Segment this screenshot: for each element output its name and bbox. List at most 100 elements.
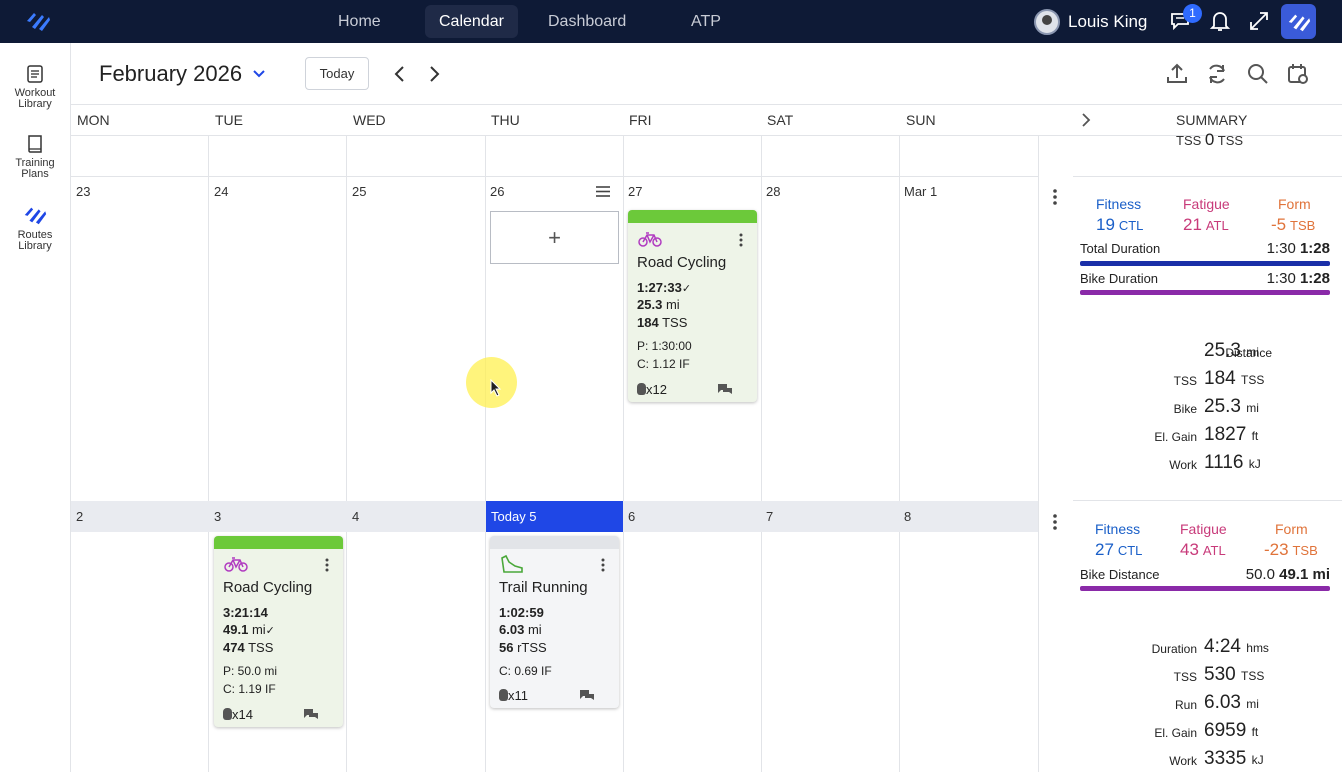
week-menu-icon[interactable] bbox=[1053, 189, 1057, 205]
day-header-fri: FRI bbox=[629, 112, 652, 128]
grid-divider bbox=[346, 136, 347, 772]
bike-duration-bar bbox=[1080, 290, 1330, 295]
bike-icon bbox=[638, 232, 662, 247]
bike-distance-value: 50.0 49.1 mi bbox=[1245, 566, 1330, 583]
bike-distance-bar bbox=[1080, 586, 1330, 591]
stat-value: 25.3 mi bbox=[1204, 396, 1259, 417]
add-workout-button[interactable]: + bbox=[490, 211, 619, 264]
day-header-sun: SUN bbox=[906, 112, 936, 128]
date-24: 24 bbox=[214, 184, 229, 199]
stat-value: 4:24 hms bbox=[1204, 636, 1269, 657]
bike-duration-value: 1:30 1:28 bbox=[1266, 270, 1330, 287]
workout-card-road-cycling[interactable]: Road Cycling 3:21:14 49.1 mi✓ 474 TSS P:… bbox=[214, 536, 343, 727]
fitness-label: Fitness bbox=[1095, 521, 1141, 537]
fatigue-value: 21 ATL bbox=[1183, 215, 1229, 234]
date-mar-1: Mar 1 bbox=[904, 184, 938, 199]
comments-icon[interactable] bbox=[717, 383, 733, 395]
workout-compliance: C: 0.69 IF bbox=[499, 664, 552, 678]
grid-divider bbox=[623, 136, 624, 772]
user-name: Louis King bbox=[1068, 11, 1148, 31]
bike-duration-label: Bike Duration bbox=[1080, 271, 1159, 286]
total-duration-label: Total Duration bbox=[1080, 241, 1161, 256]
workout-card-trail-running[interactable]: Trail Running 1:02:59 6.03 mi 56 rTSS C:… bbox=[490, 536, 619, 708]
prev-week-tss: TSS 0 TSS bbox=[1176, 130, 1244, 149]
mouse-pointer-icon bbox=[490, 379, 502, 397]
grid-divider bbox=[761, 136, 762, 772]
more-vert-icon[interactable] bbox=[601, 558, 605, 572]
workout-distance: 6.03 mi bbox=[499, 622, 542, 637]
bell-icon[interactable] bbox=[1207, 8, 1233, 34]
trainingpeaks-logo-icon[interactable] bbox=[24, 9, 52, 33]
today-button[interactable]: Today bbox=[305, 57, 369, 90]
form-label: Form bbox=[1275, 521, 1308, 537]
more-vert-icon[interactable] bbox=[325, 558, 329, 572]
sidebar-item-routes-library[interactable]: Routes Library bbox=[0, 203, 70, 252]
date-28: 28 bbox=[766, 184, 781, 199]
month-selector[interactable]: February 2026 bbox=[99, 61, 266, 87]
calendar-header: February 2026 Today bbox=[71, 43, 1342, 105]
workout-planned: P: 50.0 mi bbox=[223, 664, 278, 678]
tp-app-button[interactable] bbox=[1281, 4, 1316, 39]
sidebar-item-workout-library[interactable]: Workout Library bbox=[0, 63, 70, 110]
day-menu-icon[interactable] bbox=[595, 185, 611, 198]
workout-tss: 56 rTSS bbox=[499, 640, 547, 655]
form-value: -5 TSB bbox=[1271, 215, 1316, 234]
calendar-settings-icon[interactable] bbox=[1285, 61, 1311, 87]
date-27: 27 bbox=[628, 184, 643, 199]
chevron-right-icon[interactable] bbox=[1078, 112, 1094, 128]
comments-icon[interactable] bbox=[579, 689, 595, 701]
user-menu[interactable]: Louis King bbox=[1034, 8, 1147, 35]
date-23: 23 bbox=[76, 184, 91, 199]
search-icon[interactable] bbox=[1245, 61, 1271, 87]
workout-title: Road Cycling bbox=[637, 254, 727, 271]
routes-icon bbox=[24, 207, 47, 225]
chevron-left-icon[interactable] bbox=[387, 61, 413, 87]
sidebar-item-training-plans[interactable]: Training Plans bbox=[0, 133, 70, 180]
nav-atp[interactable]: ATP bbox=[677, 5, 735, 38]
grid-divider bbox=[1073, 176, 1342, 177]
left-sidebar: Workout Library Training Plans Routes Li… bbox=[0, 43, 71, 772]
workout-compliance: C: 1.19 IF bbox=[223, 682, 276, 696]
nav-dashboard[interactable]: Dashboard bbox=[534, 5, 640, 38]
nav-home[interactable]: Home bbox=[324, 5, 395, 38]
stat-label: Run bbox=[1174, 698, 1197, 712]
library-icon bbox=[27, 65, 43, 83]
date-3: 3 bbox=[214, 509, 222, 524]
compliance-stripe bbox=[490, 536, 619, 549]
grid-divider bbox=[71, 176, 1038, 177]
workout-duration: 3:21:14 bbox=[223, 605, 268, 620]
nav-calendar[interactable]: Calendar bbox=[425, 5, 518, 38]
workout-title: Road Cycling bbox=[223, 579, 313, 596]
kudos-count[interactable]: x12 bbox=[637, 382, 667, 397]
date-4: 4 bbox=[352, 509, 360, 524]
comments-icon[interactable] bbox=[303, 708, 319, 720]
chevron-right-icon[interactable] bbox=[421, 61, 447, 87]
workout-title: Trail Running bbox=[499, 579, 588, 596]
day-header-tue: TUE bbox=[215, 112, 243, 128]
fitness-label: Fitness bbox=[1096, 196, 1142, 212]
upload-icon[interactable] bbox=[1164, 61, 1190, 87]
running-shoe-icon bbox=[501, 554, 523, 573]
week-menu-icon[interactable] bbox=[1053, 514, 1057, 530]
fatigue-label: Fatigue bbox=[1183, 196, 1230, 212]
workout-planned: P: 1:30:00 bbox=[637, 339, 692, 353]
date-6: 6 bbox=[628, 509, 636, 524]
total-duration-bar bbox=[1080, 261, 1330, 266]
fitness-value: 27 CTL bbox=[1095, 540, 1143, 559]
more-vert-icon[interactable] bbox=[739, 233, 743, 247]
expand-icon[interactable] bbox=[1246, 8, 1272, 34]
workout-tss: 474 TSS bbox=[223, 640, 274, 655]
sidebar-label: Plans bbox=[21, 168, 49, 180]
sidebar-label: Library bbox=[18, 98, 52, 110]
kudos-icon bbox=[637, 383, 646, 395]
stat-label: Duration bbox=[1151, 642, 1197, 656]
kudos-count[interactable]: x11 bbox=[499, 688, 528, 703]
stat-label: El. Gain bbox=[1154, 726, 1197, 740]
grid-divider bbox=[208, 136, 209, 772]
kudos-count[interactable]: x14 bbox=[223, 707, 253, 722]
workout-card-road-cycling[interactable]: Road Cycling 1:27:33✓ 25.3 mi 184 TSS P:… bbox=[628, 210, 757, 402]
book-icon bbox=[28, 135, 42, 153]
stat-label: TSS bbox=[1173, 670, 1197, 684]
bike-distance-label: Bike Distance bbox=[1080, 567, 1160, 582]
sync-icon[interactable] bbox=[1204, 61, 1230, 87]
